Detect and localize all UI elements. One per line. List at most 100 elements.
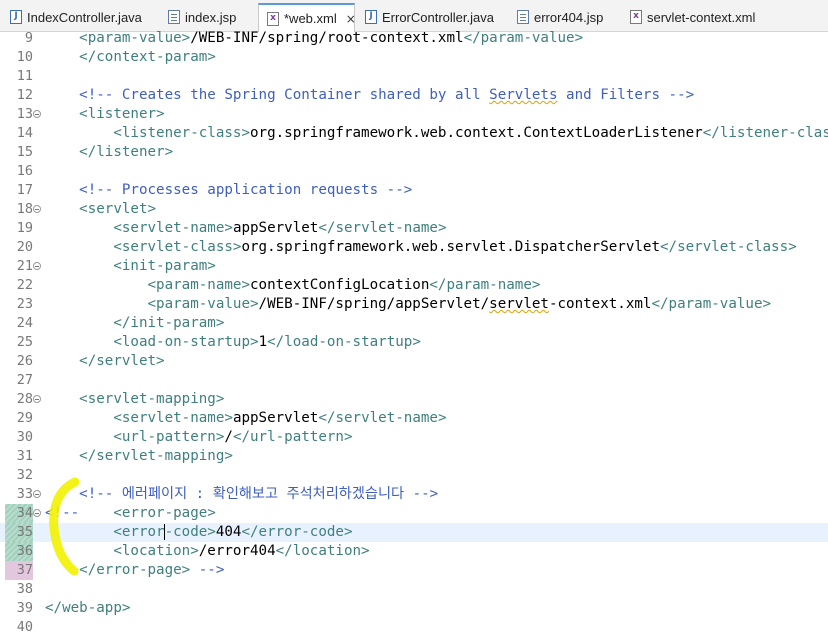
xml-tag-token: <param-value> [147,296,259,312]
code-line[interactable]: 39 </web-app> [0,599,828,618]
code-text: <servlet> [45,200,156,219]
code-text: <location>/error404</location> [45,542,369,561]
code-line[interactable]: 22 <param-name>contextConfigLocation</pa… [0,276,828,295]
xml-tag-token: <listener-class> [113,125,251,141]
xml-tag-token: </param-name> [429,277,541,293]
xml-tag-token: </servlet-name> [318,220,447,236]
line-number: 27 [0,371,33,390]
code-line[interactable]: 23 <param-value>/WEB-INF/spring/appServl… [0,295,828,314]
code-line[interactable]: 40 [0,618,828,637]
line-number-text: 16 [16,163,33,179]
tab-indexcontroller-java[interactable]: IndexController.java [2,3,152,31]
code-line[interactable]: 20 <servlet-class>org.springframework.we… [0,238,828,257]
line-number-text: 38 [16,581,33,597]
xml-comment-token: Servlets [489,87,558,103]
collapse-fold-icon[interactable] [33,395,41,403]
code-line[interactable]: 10 </context-param> [0,48,828,67]
line-number-text: 27 [16,372,33,388]
line-number-text: 25 [16,334,33,350]
code-editor[interactable]: 9 <param-value>/WEB-INF/spring/root-cont… [0,29,828,635]
code-text: <servlet-class>org.springframework.web.s… [45,238,796,257]
code-line[interactable]: 27 [0,371,828,390]
collapse-fold-icon[interactable] [33,262,41,270]
code-line[interactable]: 29 <servlet-name>appServlet</servlet-nam… [0,409,828,428]
code-line[interactable]: 28 <servlet-mapping> [0,390,828,409]
line-number: 14 [0,124,33,143]
line-number: 33 [0,485,33,504]
line-number: 20 [0,238,33,257]
collapse-fold-icon[interactable] [33,509,41,517]
close-tab-icon[interactable]: × [346,12,356,26]
line-number: 31 [0,447,33,466]
code-token: org.springframework.web.context.ContextL… [250,125,703,141]
xml-tag-token: </param-value> [463,30,584,46]
line-number: 21 [0,257,33,276]
code-line[interactable]: 16 [0,162,828,181]
code-line[interactable]: 11 [0,67,828,86]
code-token: -context.xml [548,296,652,312]
line-number: 26 [0,352,33,371]
code-line[interactable]: 24 </init-param> [0,314,828,333]
code-line[interactable]: 32 [0,466,828,485]
tab-index-jsp[interactable]: index.jsp [160,3,250,31]
line-number-text: 14 [16,125,33,141]
xml-tag-token: </url-pattern> [232,429,353,445]
line-number-text: 28 [16,391,33,407]
code-text: <servlet-mapping> [45,390,224,409]
code-line[interactable]: 13 <listener> [0,105,828,124]
line-number-text: 31 [16,448,33,464]
collapse-fold-icon[interactable] [33,205,41,213]
code-line[interactable]: 17 <!-- Processes application requests -… [0,181,828,200]
line-number: 18 [0,200,33,219]
xml-tag-token: </servlet> [79,353,165,369]
code-line[interactable]: 33 <!-- 에러페이지 : 확인해보고 주석처리하겠습니다 --> [0,485,828,504]
collapse-fold-icon[interactable] [33,110,41,118]
tab-servlet-context-xml[interactable]: servlet-context.xml [622,3,760,31]
tab-label: error404.jsp [534,9,604,25]
code-line[interactable]: 30 <url-pattern>/</url-pattern> [0,428,828,447]
code-line[interactable]: 35 <error-code>404</error-code> [0,523,828,542]
code-line[interactable]: 26 </servlet> [0,352,828,371]
tab-errorcontroller-java[interactable]: ErrorController.java [357,3,505,31]
code-line[interactable]: 18 <servlet> [0,200,828,219]
code-line[interactable]: 12 <!-- Creates the Spring Container sha… [0,86,828,105]
code-line[interactable]: 38 [0,580,828,599]
code-line[interactable]: 25 <load-on-startup>1</load-on-startup> [0,333,828,352]
xml-tag-token: </load-on-startup> [267,334,421,350]
code-token: 1 [258,334,268,350]
tab-web-xml[interactable]: *web.xml × [258,3,356,32]
code-token: 404 [215,524,242,540]
tab-error404-jsp[interactable]: error404.jsp [509,3,619,31]
code-line[interactable]: 21 <init-param> [0,257,828,276]
code-text: <listener-class>org.springframework.web.… [45,124,828,143]
xml-tag-token: <load-on-startup> [113,334,259,350]
code-line[interactable]: 15 </listener> [0,143,828,162]
line-number: 23 [0,295,33,314]
code-text: </servlet> [45,352,165,371]
xml-tag-token: <init-param> [113,258,216,274]
code-line[interactable]: 37 </error-page> --> [0,561,828,580]
code-line[interactable]: 14 <listener-class>org.springframework.w… [0,124,828,143]
java-file-icon [10,10,22,24]
code-line[interactable]: 36 <location>/error404</location> [0,542,828,561]
code-line[interactable]: 34 <!-- <error-page> [0,504,828,523]
code-line[interactable]: 9 <param-value>/WEB-INF/spring/root-cont… [0,29,828,48]
xml-comment-token: --> [190,562,225,578]
code-line[interactable]: 19 <servlet-name>appServlet</servlet-nam… [0,219,828,238]
code-line[interactable]: 31 </servlet-mapping> [0,447,828,466]
xml-comment-token: <!-- [45,505,80,521]
xml-tag-token: <error [113,524,165,540]
line-number: 32 [0,466,33,485]
collapse-fold-icon[interactable] [33,490,41,498]
